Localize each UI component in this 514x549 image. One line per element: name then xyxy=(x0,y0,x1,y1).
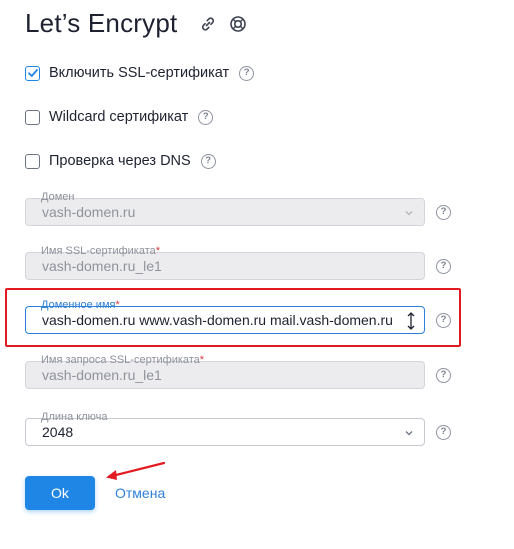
field-label: Доменное имя* xyxy=(38,299,123,311)
required-mark: * xyxy=(199,354,205,366)
link-icon[interactable] xyxy=(199,15,217,33)
checkbox-wildcard[interactable] xyxy=(25,109,40,125)
csr-name-field: Имя запроса SSL-сертификата* vash-domen.… xyxy=(25,354,425,389)
checkbox-dns-check[interactable] xyxy=(25,153,40,169)
help-icon[interactable]: ? xyxy=(436,259,451,274)
field-value: vash-domen.ru_le1 xyxy=(42,367,162,383)
help-icon[interactable]: ? xyxy=(436,425,451,440)
field-value: 2048 xyxy=(42,424,74,440)
help-icon[interactable]: ? xyxy=(239,65,255,81)
field-label: Длина ключа xyxy=(38,411,111,423)
help-ring-icon[interactable] xyxy=(229,15,247,33)
field-value: vash-domen.ru www.vash-domen.ru mail.vas… xyxy=(42,312,393,328)
annotation-arrow-icon xyxy=(106,461,166,480)
option-wildcard[interactable]: Wildcard сертификат ? xyxy=(25,107,214,127)
field-label: Имя SSL-сертификата* xyxy=(38,245,164,257)
help-icon[interactable]: ? xyxy=(200,153,216,169)
help-icon[interactable]: ? xyxy=(436,313,451,328)
checkbox-enable-ssl[interactable] xyxy=(25,65,40,81)
help-icon[interactable]: ? xyxy=(198,109,214,125)
ok-button[interactable]: Ok xyxy=(25,476,95,510)
help-icon[interactable]: ? xyxy=(436,368,451,383)
resize-icon[interactable] xyxy=(406,311,416,331)
checkmark-icon xyxy=(27,69,38,77)
chevron-down-icon xyxy=(405,211,413,216)
ssl-name-field: Имя SSL-сертификата* vash-domen.ru_le1 xyxy=(25,245,425,280)
field-value: vash-domen.ru_le1 xyxy=(42,258,162,274)
domain-names-input[interactable]: Доменное имя* vash-domen.ru www.vash-dom… xyxy=(25,299,425,334)
help-icon[interactable]: ? xyxy=(436,205,451,220)
field-value: vash-domen.ru xyxy=(42,204,136,220)
option-label: Включить SSL-сертификат xyxy=(49,65,230,81)
chevron-down-icon xyxy=(405,431,413,436)
option-label: Wildcard сертификат xyxy=(49,109,189,125)
field-label: Имя запроса SSL-сертификата* xyxy=(38,354,208,366)
required-mark: * xyxy=(155,245,161,257)
field-label: Домен xyxy=(38,191,78,203)
key-length-select[interactable]: Длина ключа 2048 xyxy=(25,411,425,446)
option-label: Проверка через DNS xyxy=(49,153,191,169)
required-mark: * xyxy=(115,299,120,311)
page-title: Let’s Encrypt xyxy=(25,8,178,38)
option-dns-check[interactable]: Проверка через DNS ? xyxy=(25,151,216,171)
domain-select: Домен vash-domen.ru xyxy=(25,191,425,226)
option-enable-ssl[interactable]: Включить SSL-сертификат ? xyxy=(25,63,255,83)
